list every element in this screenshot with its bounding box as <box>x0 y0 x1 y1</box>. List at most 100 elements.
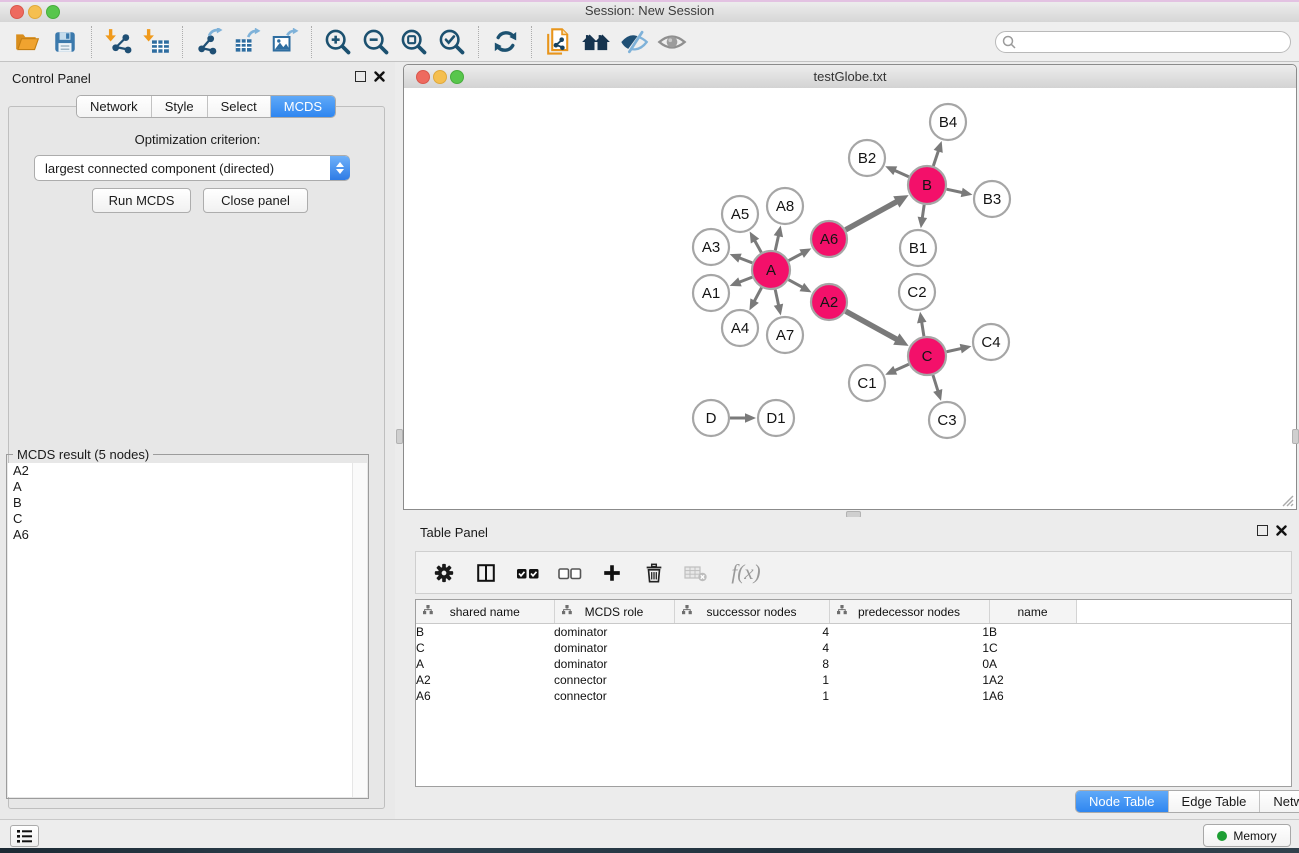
mcds-result-item[interactable]: A6 <box>8 527 352 543</box>
graph-node-A8[interactable]: A8 <box>767 188 803 224</box>
mcds-result-item[interactable]: C <box>8 511 352 527</box>
mcds-result-item[interactable]: A <box>8 479 352 495</box>
network-canvas[interactable]: A B C A6 A2 A1 A3 A4 A5 A7 A8 B1 B2 B3 B4 C1 C2 C3 C4 D D1 <box>404 88 1296 509</box>
graph-node-A7[interactable]: A7 <box>767 317 803 353</box>
delete-row-button[interactable] <box>640 558 668 588</box>
graph-node-A5[interactable]: A5 <box>722 196 758 232</box>
table-panel-close-icon[interactable] <box>1276 525 1287 536</box>
search-input[interactable] <box>995 31 1291 53</box>
graph-edge-A-A3[interactable] <box>738 257 752 262</box>
select-all-rows-button[interactable] <box>514 558 542 588</box>
graph-edge-A6-B[interactable] <box>846 201 898 230</box>
graph-edge-C-C3[interactable] <box>933 375 938 392</box>
vertical-splitter-handle[interactable] <box>396 429 403 444</box>
graph-node-D1[interactable]: D1 <box>758 400 794 436</box>
tab-mcds[interactable]: MCDS <box>271 96 335 117</box>
tab-style[interactable]: Style <box>152 96 208 117</box>
graph-node-B4[interactable]: B4 <box>930 104 966 140</box>
network-window-titlebar[interactable]: testGlobe.txt <box>404 65 1296 89</box>
graph-node-A3[interactable]: A3 <box>693 229 729 265</box>
graph-node-B3[interactable]: B3 <box>974 181 1010 217</box>
tab-edge-table[interactable]: Edge Table <box>1169 791 1261 812</box>
memory-button[interactable]: Memory <box>1203 824 1291 847</box>
window-resize-grip-icon[interactable] <box>1280 493 1294 507</box>
graph-edge-C-C2[interactable] <box>921 321 923 337</box>
table-row[interactable]: Adominator80A <box>416 656 1291 672</box>
export-network-button[interactable] <box>190 25 228 59</box>
task-history-button[interactable] <box>10 825 39 847</box>
graph-edge-A2-C[interactable] <box>846 311 898 340</box>
show-graphics-details-button[interactable] <box>653 25 691 59</box>
export-image-button[interactable] <box>266 25 304 59</box>
vertical-splitter-handle[interactable] <box>1292 429 1299 444</box>
graph-node-B[interactable]: B <box>908 166 946 204</box>
open-session-button[interactable] <box>8 25 46 59</box>
column-header-MCDS-role[interactable]: MCDS role <box>554 600 674 624</box>
column-header-name[interactable]: name <box>989 600 1076 624</box>
tab-select[interactable]: Select <box>208 96 271 117</box>
graph-node-A6[interactable]: A6 <box>811 221 847 257</box>
column-header-shared-name[interactable]: shared name <box>416 600 554 624</box>
deselect-all-rows-button[interactable] <box>556 558 584 588</box>
zoom-out-button[interactable] <box>357 25 395 59</box>
new-network-from-selection-button[interactable] <box>539 25 577 59</box>
table-panel-float-icon[interactable] <box>1257 525 1268 536</box>
import-network-button[interactable] <box>99 25 137 59</box>
mcds-result-scrollbar[interactable] <box>352 463 367 797</box>
graph-node-C3[interactable]: C3 <box>929 402 965 438</box>
graph-edge-B-B3[interactable] <box>947 189 964 193</box>
graph-node-B2[interactable]: B2 <box>849 140 885 176</box>
table-row[interactable]: A6connector11A6 <box>416 688 1291 704</box>
graph-edge-B-B1[interactable] <box>922 205 924 219</box>
tab-node-table[interactable]: Node Table <box>1076 791 1169 812</box>
graph-node-C[interactable]: C <box>908 337 946 375</box>
add-row-button[interactable] <box>598 558 626 588</box>
mcds-result-item[interactable]: A2 <box>8 463 352 479</box>
column-header-successor-nodes[interactable]: successor nodes <box>674 600 829 624</box>
save-session-button[interactable] <box>46 25 84 59</box>
zoom-selected-button[interactable] <box>433 25 471 59</box>
hide-graphics-details-button[interactable] <box>615 25 653 59</box>
graph-node-A2[interactable]: A2 <box>811 284 847 320</box>
close-panel-button[interactable]: Close panel <box>203 188 308 213</box>
run-mcds-button[interactable]: Run MCDS <box>92 188 191 213</box>
control-panel-float-icon[interactable] <box>355 71 366 82</box>
graph-edge-C-C1[interactable] <box>893 364 908 371</box>
graph-edge-B-B4[interactable] <box>933 150 939 167</box>
table-row[interactable]: Cdominator41C <box>416 640 1291 656</box>
mcds-result-item[interactable]: B <box>8 495 352 511</box>
table-settings-button[interactable] <box>430 558 458 588</box>
graph-node-D[interactable]: D <box>693 400 729 436</box>
graph-edge-C-C4[interactable] <box>947 348 963 352</box>
graph-edge-A-A5[interactable] <box>754 239 761 252</box>
graph-node-C1[interactable]: C1 <box>849 365 885 401</box>
control-panel-close-icon[interactable] <box>374 71 385 82</box>
table-row[interactable]: A2connector11A2 <box>416 672 1291 688</box>
graph-edge-A-A6[interactable] <box>789 253 804 261</box>
graph-edge-A-A7[interactable] <box>775 290 779 307</box>
graph-edge-A-A4[interactable] <box>754 288 762 303</box>
select-stepper-icon <box>330 156 350 180</box>
table-row[interactable]: Bdominator41B <box>416 624 1291 641</box>
tab-network-table[interactable]: Network Table <box>1260 791 1299 812</box>
graph-node-A4[interactable]: A4 <box>722 310 758 346</box>
column-visibility-button[interactable] <box>472 558 500 588</box>
graph-node-B1[interactable]: B1 <box>900 230 936 266</box>
graph-node-A[interactable]: A <box>752 251 790 289</box>
tab-network[interactable]: Network <box>77 96 152 117</box>
graph-node-C2[interactable]: C2 <box>899 274 935 310</box>
column-header-predecessor-nodes[interactable]: predecessor nodes <box>829 600 989 624</box>
export-table-button[interactable] <box>228 25 266 59</box>
graph-edge-A-A1[interactable] <box>738 277 752 282</box>
first-neighbors-button[interactable] <box>577 25 615 59</box>
zoom-fit-button[interactable] <box>395 25 433 59</box>
refresh-button[interactable] <box>486 25 524 59</box>
graph-node-C4[interactable]: C4 <box>973 324 1009 360</box>
graph-edge-A-A2[interactable] <box>789 280 804 288</box>
graph-edge-A-A8[interactable] <box>775 234 779 250</box>
import-table-button[interactable] <box>137 25 175 59</box>
graph-node-A1[interactable]: A1 <box>693 275 729 311</box>
zoom-in-button[interactable] <box>319 25 357 59</box>
optimization-criterion-select[interactable]: largest connected component (directed) <box>34 155 350 181</box>
graph-edge-B-B2[interactable] <box>893 170 908 177</box>
